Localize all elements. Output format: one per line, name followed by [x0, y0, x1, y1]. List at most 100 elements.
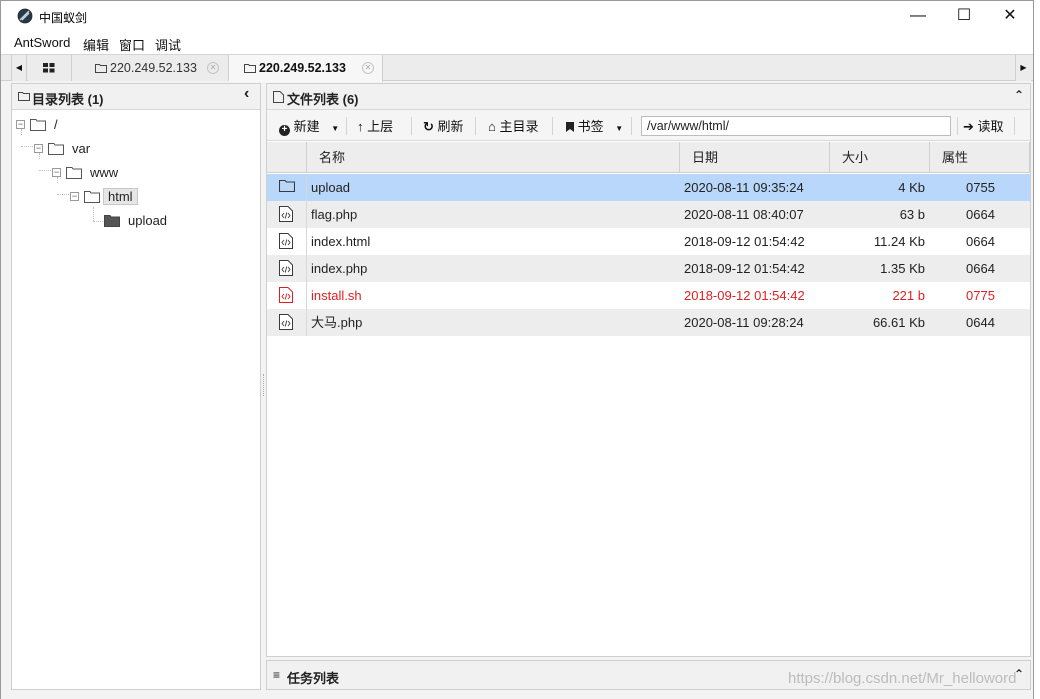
tab-shell-2[interactable]: 220.249.52.133 ✕	[229, 55, 383, 82]
file-attr: 0644	[966, 315, 995, 330]
read-button[interactable]: ➔ 读取	[963, 116, 1004, 136]
minimize-button[interactable]: —	[895, 1, 941, 32]
caret-down-icon: ▼	[331, 124, 340, 133]
tree-guide	[21, 146, 35, 147]
toolbar-separator	[1014, 117, 1015, 135]
tree-collapse-icon[interactable]: −	[70, 192, 79, 201]
file-toolbar: + 新建 ▼ ↑ 上层 ↻ 刷新 ⌂ 主目录 书签 ▼ /var/www/htm…	[267, 110, 1030, 141]
file-size: 63 b	[899, 207, 925, 222]
file-name: upload	[311, 180, 351, 195]
maximize-button[interactable]: ☐	[941, 1, 987, 32]
tab-bar: ◀ 220.249.52.133 ✕ 220.249.52.133 ✕ ▶	[1, 54, 1033, 82]
file-size: 66.61 Kb	[872, 315, 925, 330]
toolbar-separator	[552, 117, 553, 135]
column-size[interactable]: 大小	[830, 142, 930, 173]
bookmark-icon	[566, 122, 574, 132]
home-icon: ⌂	[488, 119, 496, 134]
new-button[interactable]: + 新建 ▼	[279, 116, 339, 136]
directory-panel-title: 目录列表 (1)	[32, 92, 104, 107]
folder-open-icon	[66, 167, 82, 179]
tree-guide	[57, 194, 71, 195]
file-size: 4 Kb	[898, 180, 925, 195]
folder-open-icon	[84, 191, 100, 203]
caret-down-icon: ▼	[615, 124, 624, 133]
path-input[interactable]	[641, 116, 951, 136]
bookmark-button[interactable]: 书签 ▼	[566, 116, 623, 136]
menu-debug[interactable]: 调试	[155, 35, 181, 54]
column-icon	[267, 142, 307, 173]
grid-icon	[43, 63, 55, 73]
file-attr: 0664	[966, 261, 995, 276]
tab-close-icon[interactable]: ✕	[362, 62, 374, 74]
folder-icon	[279, 179, 295, 193]
tree-collapse-icon[interactable]: −	[16, 120, 25, 129]
table-row[interactable]: 大马.php 2020-08-11 09:28:24 66.61 Kb 0644	[267, 309, 1030, 336]
toolbar-separator	[346, 117, 347, 135]
home-directory-button[interactable]: ⌂ 主目录	[488, 116, 539, 136]
menu-antsword[interactable]: AntSword	[14, 35, 70, 50]
collapse-left-icon[interactable]: ‹	[244, 85, 249, 103]
file-attr: 0664	[966, 207, 995, 222]
folder-closed-icon	[104, 215, 120, 227]
arrow-up-icon: ↑	[357, 119, 364, 134]
file-date: 2020-08-11 09:28:24	[684, 315, 804, 330]
arrow-right-icon: ➔	[963, 119, 974, 134]
file-date: 2018-09-12 01:54:42	[684, 234, 805, 249]
file-name: index.html	[311, 234, 371, 249]
file-grid-header: 名称 日期 大小 属性	[267, 142, 1030, 173]
tree-collapse-icon[interactable]: −	[34, 144, 43, 153]
splitter-grip[interactable]	[263, 374, 265, 396]
menu-window[interactable]: 窗口	[119, 35, 145, 54]
tab-shell-1[interactable]: 220.249.52.133 ✕	[72, 55, 229, 81]
column-name[interactable]: 名称	[307, 142, 680, 173]
file-icon	[273, 91, 284, 103]
tab-scroll-left-button[interactable]: ◀	[11, 55, 27, 81]
folder-icon	[18, 92, 30, 101]
folder-open-icon	[30, 119, 46, 131]
table-row[interactable]: index.html 2018-09-12 01:54:42 11.24 Kb …	[267, 228, 1030, 255]
cell-divider	[306, 201, 307, 228]
tree-guide	[39, 170, 53, 171]
refresh-button[interactable]: ↻ 刷新	[423, 116, 464, 136]
directory-panel: 目录列表 (1) ‹ − / − var − www − html upload	[11, 83, 261, 690]
file-name: index.php	[311, 261, 368, 276]
file-list-panel: 文件列表 (6) ⌃ + 新建 ▼ ↑ 上层 ↻ 刷新 ⌂ 主目录 书签 ▼ /…	[266, 83, 1031, 657]
column-attr[interactable]: 属性	[930, 142, 1030, 173]
toolbar-separator	[475, 117, 476, 135]
tree-node-label: var	[72, 141, 91, 156]
cell-divider	[306, 174, 307, 201]
cell-divider	[306, 255, 307, 282]
watermark: https://blog.csdn.net/Mr_helloword	[788, 670, 1017, 687]
code-file-icon	[279, 260, 293, 276]
tree-node-label: www	[90, 165, 119, 180]
directory-panel-header: 目录列表 (1) ‹	[12, 84, 260, 110]
tab-close-icon[interactable]: ✕	[207, 62, 219, 74]
file-size: 11.24 Kb	[873, 234, 925, 249]
cell-divider	[306, 309, 307, 336]
tab-scroll-right-button[interactable]: ▶	[1015, 55, 1031, 81]
code-file-icon	[279, 287, 293, 303]
tree-guide	[39, 153, 40, 159]
collapse-up-icon[interactable]: ⌃	[1014, 88, 1024, 102]
file-attr: 0775	[966, 288, 995, 303]
table-row[interactable]: index.php 2018-09-12 01:54:42 1.35 Kb 06…	[267, 255, 1030, 282]
table-row[interactable]: flag.php 2020-08-11 08:40:07 63 b 0664	[267, 201, 1030, 228]
toolbar-separator	[411, 117, 412, 135]
close-button[interactable]: ✕	[987, 1, 1033, 32]
table-row[interactable]: upload 2020-08-11 09:35:24 4 Kb 0755	[267, 174, 1030, 201]
tab-grid-home[interactable]	[28, 55, 72, 81]
tree-guide	[57, 177, 58, 183]
tab-label: 220.249.52.133	[110, 61, 197, 75]
refresh-icon: ↻	[423, 119, 434, 134]
folder-icon	[244, 64, 256, 73]
folder-icon	[95, 64, 107, 73]
menu-edit[interactable]: 编辑	[83, 35, 109, 54]
code-file-icon	[279, 314, 293, 330]
tree-collapse-icon[interactable]: −	[52, 168, 61, 177]
column-date[interactable]: 日期	[680, 142, 830, 173]
file-date: 2018-09-12 01:54:42	[684, 261, 805, 276]
file-date: 2018-09-12 01:54:42	[684, 288, 805, 303]
title-bar: 中国蚁剑 — ☐ ✕	[1, 1, 1033, 32]
table-row[interactable]: install.sh 2018-09-12 01:54:42 221 b 077…	[267, 282, 1030, 309]
up-level-button[interactable]: ↑ 上层	[357, 116, 393, 136]
